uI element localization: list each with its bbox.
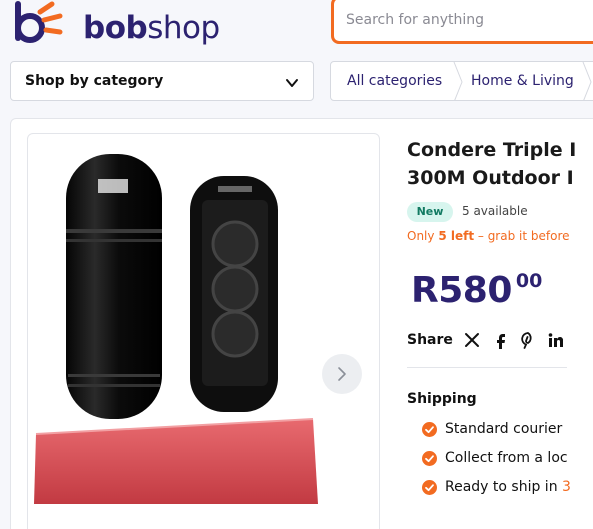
share-label: Share <box>407 332 453 348</box>
product-image-gallery[interactable] <box>27 133 380 529</box>
search-box[interactable] <box>331 0 593 44</box>
divider <box>407 367 567 368</box>
shipping-title: Shipping <box>407 391 477 407</box>
x-icon[interactable] <box>463 331 481 349</box>
product-title-line-2: 300M Outdoor I <box>407 167 574 189</box>
product-photo <box>34 154 318 504</box>
category-dropdown-label: Shop by category <box>25 73 164 89</box>
price-cents: 00 <box>515 270 543 292</box>
product-page: bobshop Shop by category All categories … <box>0 0 593 529</box>
facebook-icon[interactable] <box>492 331 510 349</box>
breadcrumb: All categories Home & Living <box>330 61 593 101</box>
availability-text: 5 available <box>462 204 528 218</box>
price: R580 00 <box>411 270 542 311</box>
breadcrumb-home-living[interactable]: Home & Living <box>471 73 574 89</box>
chevron-down-icon <box>286 79 298 87</box>
condition-badge: New <box>407 202 453 222</box>
logo-mark-icon <box>15 1 63 43</box>
check-circle-icon <box>422 451 437 466</box>
pinterest-icon[interactable] <box>519 331 537 349</box>
bobshop-logo[interactable]: bobshop <box>8 0 220 54</box>
logo-wordmark: bobshop <box>83 10 220 46</box>
stock-warning: Only 5 left – grab it before <box>407 229 570 243</box>
breadcrumb-separator-icon <box>582 62 592 100</box>
search-input[interactable] <box>346 12 593 28</box>
shipping-option-collect: Collect from a loc <box>422 450 582 470</box>
breadcrumb-all-categories[interactable]: All categories <box>347 73 442 89</box>
price-main: R580 <box>411 270 512 311</box>
linkedin-icon[interactable] <box>547 331 565 349</box>
shop-by-category-dropdown[interactable]: Shop by category <box>10 61 314 101</box>
check-circle-icon <box>422 480 437 495</box>
product-title-line-1: Condere Triple I <box>407 139 577 161</box>
shipping-option-standard-courier: Standard courier <box>422 421 582 441</box>
breadcrumb-separator-icon <box>453 62 463 100</box>
shipping-option-ready-to-ship: Ready to ship in 3 <box>422 479 582 499</box>
product-title: Condere Triple I 300M Outdoor I <box>407 136 593 192</box>
check-circle-icon <box>422 422 437 437</box>
gallery-next-button[interactable] <box>322 354 362 394</box>
chevron-right-icon <box>338 367 346 381</box>
